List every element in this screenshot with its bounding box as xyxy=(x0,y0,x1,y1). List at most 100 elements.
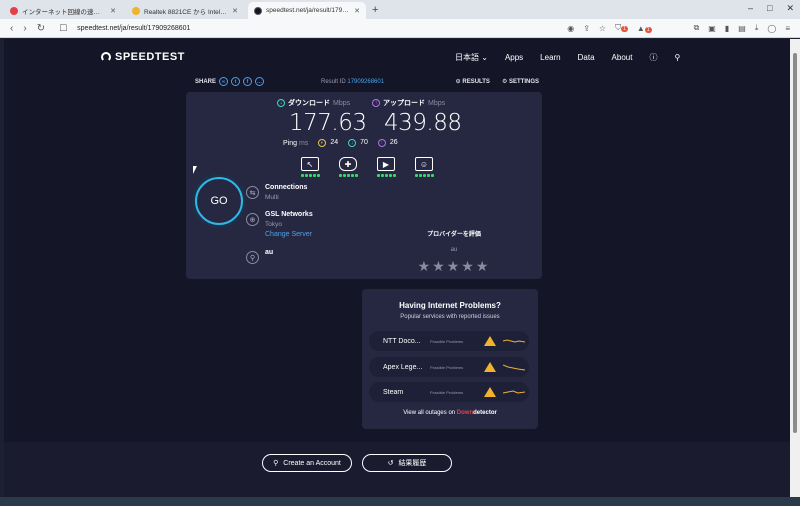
tab-realtek[interactable]: Realtek 8821CE から Intel AX210NGW ✕ xyxy=(126,2,244,19)
sidebar-icon[interactable]: ▮ xyxy=(725,24,729,33)
experience-icons: ↖ ✚ ▶ ☺ xyxy=(299,157,435,177)
more-icon[interactable]: … xyxy=(255,77,265,86)
history-button[interactable]: ↺ 結果履歴 xyxy=(362,454,452,472)
tab-title: インターネット回線の速度テスト | Fast.com xyxy=(22,8,107,16)
problem-row[interactable]: NTT Doco... Possible Problems xyxy=(369,331,529,351)
connections-icon: ⇆ xyxy=(246,186,259,199)
server-info: ⊕ GSL Networks Tokyo Change Server xyxy=(246,211,313,238)
internet-problems-panel: Having Internet Problems? Popular servic… xyxy=(362,289,538,429)
bookmark-icon[interactable]: ☐ xyxy=(59,23,67,34)
sparkline xyxy=(503,390,525,394)
go-button[interactable]: GO xyxy=(195,177,243,225)
link-icon[interactable]: ∞ xyxy=(219,77,229,86)
speedtest-page: SPEEDTEST 日本語 ⌄ Apps Learn Data About ⓘ … xyxy=(4,39,790,506)
result-id-link[interactable]: 17909268601 xyxy=(347,79,384,85)
sparkline xyxy=(503,364,525,371)
upload-value: 439.88 xyxy=(384,110,462,136)
change-server-link[interactable]: Change Server xyxy=(265,231,313,238)
maximize-button[interactable]: □ xyxy=(767,3,772,14)
speedtest-favicon-icon xyxy=(254,6,262,15)
user-icon: ⚲ xyxy=(246,251,259,264)
extensions-icon[interactable]: ⧉ xyxy=(694,23,700,33)
upload-arrow-icon: ↑ xyxy=(372,99,380,107)
ping-upload: ↑ 26 xyxy=(377,139,398,147)
forward-icon[interactable]: › xyxy=(23,23,26,34)
tabs-icon[interactable]: ▤ xyxy=(738,24,746,33)
gamepad-icon: ✚ xyxy=(339,157,357,171)
star-rating[interactable]: ★★★★★ xyxy=(404,258,504,275)
warning-icon xyxy=(484,387,496,397)
browsing-rating[interactable]: ↖ xyxy=(299,157,321,177)
video-rating[interactable]: ▶ xyxy=(375,157,397,177)
site-header: SPEEDTEST 日本語 ⌄ Apps Learn Data About ⓘ … xyxy=(4,39,790,75)
download-icon[interactable]: ⤓ xyxy=(755,23,759,33)
ping-download: ↓ 70 xyxy=(348,139,368,147)
video-icon: ▶ xyxy=(377,157,395,171)
download-arrow-icon: ↓ xyxy=(277,99,285,107)
video-call-rating[interactable]: ☺ xyxy=(413,157,435,177)
download-metric: ↓ ダウンロード Mbps 177.63 xyxy=(277,98,367,136)
download-ping-icon: ↓ xyxy=(348,139,357,147)
globe-icon: ⊕ xyxy=(246,213,259,226)
close-tab-icon[interactable]: ✕ xyxy=(110,7,116,15)
result-toolbar: SHARE ∞ t f … Result ID 17909268601 ⊙ RE… xyxy=(195,77,539,89)
rewards-icon[interactable]: ▲ 1 xyxy=(637,24,652,33)
location-icon[interactable]: ◉ xyxy=(567,24,574,33)
rate-provider: プロバイダーを評価 au ★★★★★ xyxy=(404,229,504,275)
problem-row[interactable]: Steam Possible Problems xyxy=(369,382,529,402)
menu-data[interactable]: Data xyxy=(578,53,595,62)
close-window-button[interactable]: ✕ xyxy=(786,3,794,14)
user-icon[interactable]: ⚲ xyxy=(674,53,680,62)
back-icon[interactable]: ‹ xyxy=(10,23,13,34)
upload-metric: ↑ アップロード Mbps 439.88 xyxy=(372,98,462,136)
profile-icon[interactable]: ◯ xyxy=(767,24,776,33)
tab-title: speedtest.net/ja/result/179092686 xyxy=(266,7,350,14)
idle-icon: ◐ xyxy=(318,139,327,147)
menu-about[interactable]: About xyxy=(612,53,633,62)
history-icon: ↺ xyxy=(387,460,394,467)
facebook-icon[interactable]: f xyxy=(243,77,253,86)
gauge-icon xyxy=(101,52,111,62)
tab-speedtest[interactable]: speedtest.net/ja/result/179092686 ✕ xyxy=(248,2,366,19)
menu-apps[interactable]: Apps xyxy=(505,53,523,62)
gaming-rating[interactable]: ✚ xyxy=(337,157,359,177)
scrollbar[interactable] xyxy=(790,39,800,506)
problem-row[interactable]: Apex Lege... Possible Problems xyxy=(369,357,529,377)
share-group: SHARE ∞ t f … xyxy=(195,77,265,86)
url-field[interactable]: speedtest.net/ja/result/17909268601 xyxy=(77,25,567,32)
speedtest-logo[interactable]: SPEEDTEST xyxy=(101,51,185,63)
address-bar: ‹ › ↻ ☐ speedtest.net/ja/result/17909268… xyxy=(0,19,800,38)
ping-row: Ping ms ◐ 24 ↓ 70 ↑ 26 xyxy=(283,139,398,147)
realtek-favicon-icon xyxy=(132,6,140,15)
result-card: ↓ ダウンロード Mbps 177.63 ↑ アップロード Mbps 439.8… xyxy=(186,92,542,279)
create-account-button[interactable]: ⚲ Create an Account xyxy=(262,454,352,472)
new-tab-button[interactable]: + xyxy=(372,2,378,19)
tab-fastcom[interactable]: インターネット回線の速度テスト | Fast.com ✕ xyxy=(4,2,122,19)
mouse-cursor-icon xyxy=(193,166,197,174)
provider-info: ⚲ au xyxy=(246,249,273,264)
close-tab-icon[interactable]: ✕ xyxy=(232,7,238,15)
results-link[interactable]: ⊙ RESULTS xyxy=(456,78,490,85)
close-tab-icon[interactable]: ✕ xyxy=(354,7,360,15)
settings-link[interactable]: ⚙ SETTINGS xyxy=(502,78,539,85)
browsing-icon: ↖ xyxy=(301,157,319,171)
twitter-icon[interactable]: t xyxy=(231,77,241,86)
warning-icon xyxy=(484,336,496,346)
tab-strip: インターネット回線の速度テスト | Fast.com ✕ Realtek 882… xyxy=(0,0,800,19)
help-icon[interactable]: ⓘ xyxy=(649,52,657,63)
brave-shield-icon[interactable]: ⛉ 1 xyxy=(615,23,628,33)
minimize-button[interactable]: – xyxy=(748,3,753,14)
language-select[interactable]: 日本語 ⌄ xyxy=(455,52,488,63)
menu-icon[interactable]: ≡ xyxy=(785,24,790,33)
tab-title: Realtek 8821CE から Intel AX210NGW xyxy=(144,8,228,16)
download-value: 177.63 xyxy=(289,110,367,136)
os-taskbar xyxy=(0,497,800,506)
video-call-icon: ☺ xyxy=(415,157,433,171)
share-label: SHARE xyxy=(195,78,217,85)
star-icon[interactable]: ☆ xyxy=(599,24,606,33)
downdetector-link[interactable]: View all outages on Downdetector xyxy=(362,410,538,416)
share-page-icon[interactable]: ⇪ xyxy=(583,24,590,33)
reload-icon[interactable]: ↻ xyxy=(37,23,45,34)
menu-learn[interactable]: Learn xyxy=(540,53,560,62)
wallet-icon[interactable]: ▣ xyxy=(708,24,716,33)
